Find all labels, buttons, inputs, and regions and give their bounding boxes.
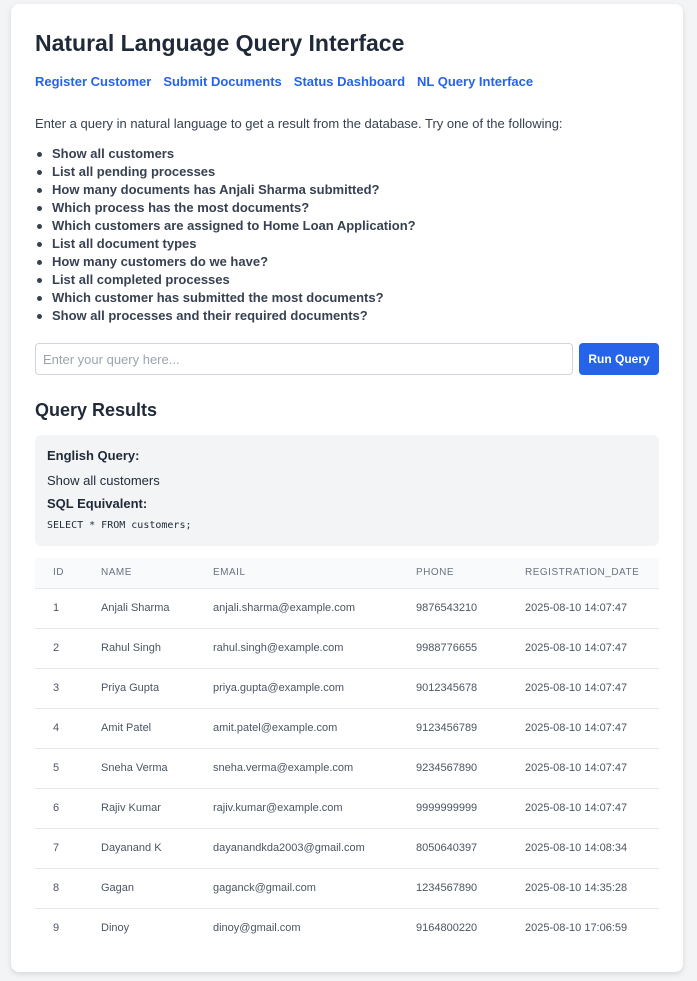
cell-id: 3 [35,668,83,709]
cell-phone: 8050640397 [398,828,507,869]
cell-name: Rahul Singh [83,628,195,669]
cell-registration-date: 2025-08-10 14:07:47 [507,788,659,829]
cell-name: Rajiv Kumar [83,788,195,829]
example-queries-list: Show all customers List all pending proc… [35,145,416,325]
intro-text: Enter a query in natural language to get… [35,116,563,131]
nav-submit-documents[interactable]: Submit Documents [163,74,281,89]
cell-phone: 9123456789 [398,708,507,749]
cell-id: 9 [53,922,60,935]
query-input[interactable] [35,343,573,375]
table-row: 2 Rahul Singh rahul.singh@example.com 99… [35,628,659,669]
cell-email: amit.patel@example.com [195,708,398,749]
cell-phone: 9988776655 [398,628,507,669]
cell-id: 4 [35,708,83,749]
table-row: 7 Dayanand K dayanandkda2003@gmail.com 8… [35,828,659,869]
sql-equivalent-code: SELECT * FROM customers; [47,520,192,531]
cell-registration-date: 2025-08-10 14:35:28 [507,868,659,909]
example-query-item: Which customers are assigned to Home Loa… [35,217,416,235]
example-query-item: How many customers do we have? [35,253,416,271]
nav-register-customer[interactable]: Register Customer [35,74,151,89]
english-query-label: English Query: [47,448,140,463]
table-header-row: ID NAME EMAIL PHONE REGISTRATION_DATE [35,558,659,589]
table-row: 9 Dinoy dinoy@gmail.com 9164800220 2025-… [35,908,659,948]
example-query-item: List all pending processes [35,163,416,181]
cell-phone: 9012345678 [398,668,507,709]
cell-id: 1 [35,588,83,629]
cell-phone: 9876543210 [398,588,507,629]
results-table: ID NAME EMAIL PHONE REGISTRATION_DATE 1 … [35,558,659,948]
run-query-button[interactable]: Run Query [579,343,659,375]
column-header-registration-date: REGISTRATION_DATE [507,558,659,589]
cell-email: anjali.sharma@example.com [195,588,398,629]
main-card: Natural Language Query Interface Registe… [11,4,683,972]
column-header-email: EMAIL [195,558,398,589]
cell-email: priya.gupta@example.com [195,668,398,709]
cell-id: 2 [35,628,83,669]
cell-registration-date: 2025-08-10 14:07:47 [507,668,659,709]
column-header-phone: PHONE [398,558,507,589]
cell-id: 7 [35,828,83,869]
cell-phone: 9999999999 [398,788,507,829]
table-row: 8 Gagan gaganck@gmail.com 1234567890 202… [35,868,659,909]
cell-registration-date: 2025-08-10 17:06:59 [525,922,628,935]
example-query-item: List all document types [35,235,416,253]
table-row: 6 Rajiv Kumar rajiv.kumar@example.com 99… [35,788,659,829]
cell-email: sneha.verma@example.com [195,748,398,789]
top-nav: Register Customer Submit Documents Statu… [35,74,533,89]
cell-phone: 1234567890 [398,868,507,909]
cell-registration-date: 2025-08-10 14:08:34 [507,828,659,869]
column-header-name: NAME [83,558,195,589]
cell-email: rahul.singh@example.com [195,628,398,669]
query-summary-box: English Query: Show all customers SQL Eq… [35,435,659,546]
example-query-item: Show all processes and their required do… [35,307,416,325]
example-query-item: Which customer has submitted the most do… [35,289,416,307]
table-row: 4 Amit Patel amit.patel@example.com 9123… [35,708,659,749]
cell-email: gaganck@gmail.com [195,868,398,909]
cell-name: Amit Patel [83,708,195,749]
page-title: Natural Language Query Interface [35,30,405,56]
cell-id: 5 [35,748,83,789]
example-query-item: List all completed processes [35,271,416,289]
cell-registration-date: 2025-08-10 14:07:47 [507,628,659,669]
cell-registration-date: 2025-08-10 14:07:47 [507,708,659,749]
cell-registration-date: 2025-08-10 14:07:47 [507,588,659,629]
table-row: 1 Anjali Sharma anjali.sharma@example.co… [35,588,659,629]
cell-email: dinoy@gmail.com [213,922,301,935]
cell-name: Sneha Verma [83,748,195,789]
column-header-id: ID [35,558,83,589]
sql-equivalent-label: SQL Equivalent: [47,496,148,511]
nav-status-dashboard[interactable]: Status Dashboard [294,74,405,89]
example-query-item: Which process has the most documents? [35,199,416,217]
cell-email: dayanandkda2003@gmail.com [195,828,398,869]
cell-phone: 9164800220 [416,922,478,935]
example-query-item: How many documents has Anjali Sharma sub… [35,181,416,199]
results-title: Query Results [35,400,158,420]
english-query-text: Show all customers [47,473,160,488]
cell-name: Dayanand K [83,828,195,869]
cell-name: Gagan [83,868,195,909]
cell-id: 6 [35,788,83,829]
cell-email: rajiv.kumar@example.com [195,788,398,829]
cell-id: 8 [35,868,83,909]
example-query-item: Show all customers [35,145,416,163]
table-row: 3 Priya Gupta priya.gupta@example.com 90… [35,668,659,709]
cell-name: Anjali Sharma [83,588,195,629]
nav-nl-query-interface[interactable]: NL Query Interface [417,74,533,89]
cell-registration-date: 2025-08-10 14:07:47 [507,748,659,789]
cell-name: Dinoy [101,922,130,935]
cell-name: Priya Gupta [83,668,195,709]
table-row: 5 Sneha Verma sneha.verma@example.com 92… [35,748,659,789]
cell-phone: 9234567890 [398,748,507,789]
